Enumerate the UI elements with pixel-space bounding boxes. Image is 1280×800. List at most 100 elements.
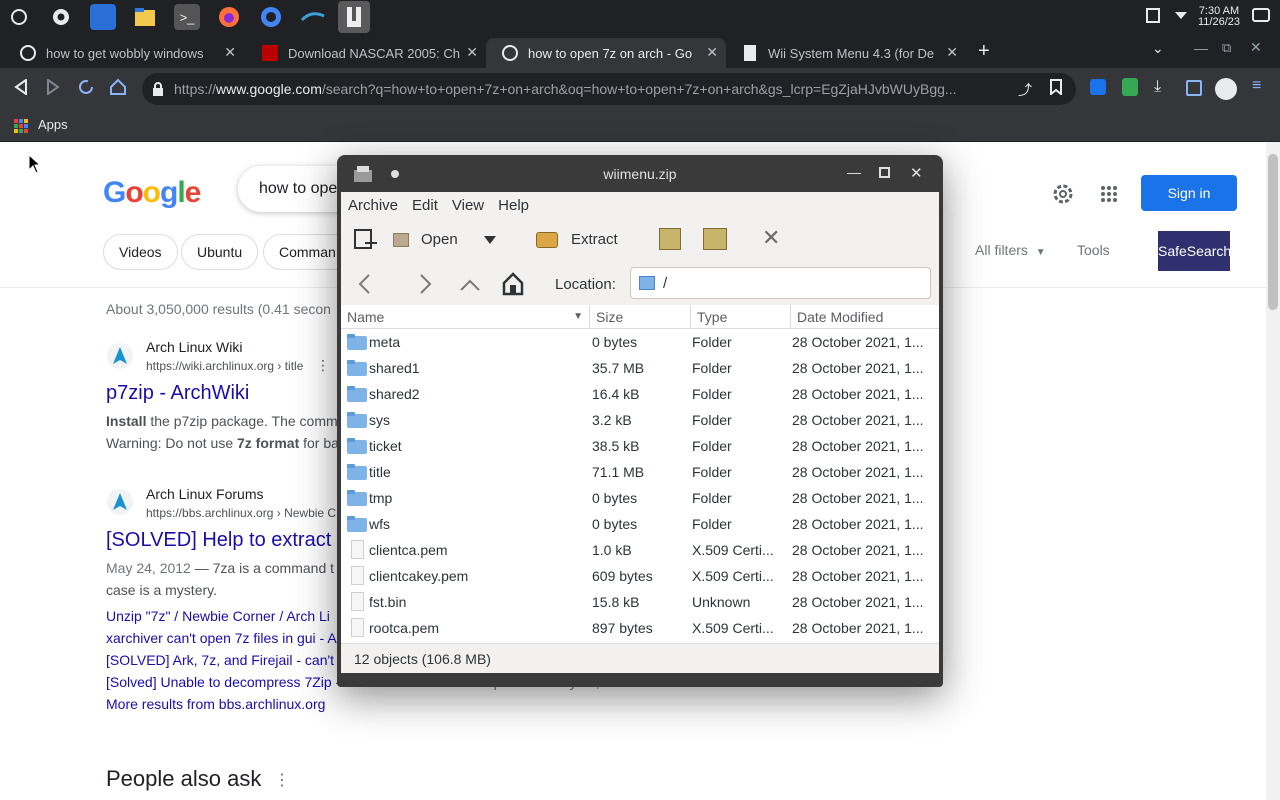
- tab-open-7z-arch[interactable]: how to open 7z on arch - Go ✕: [486, 38, 726, 68]
- bookmark-star-icon[interactable]: [1050, 79, 1062, 100]
- result-title-link[interactable]: p7zip - ArchWiki: [106, 382, 249, 405]
- lock-icon[interactable]: [152, 82, 164, 99]
- scrollbar-thumb[interactable]: [1268, 154, 1278, 310]
- close-tab-icon[interactable]: ✕: [946, 44, 958, 61]
- add-files-icon[interactable]: [659, 228, 681, 250]
- file-row[interactable]: title 71.1 MB Folder 28 October 2021, 1...: [341, 459, 939, 485]
- files-app-icon[interactable]: [132, 4, 158, 30]
- sublink-ark-firejail[interactable]: [SOLVED] Ark, 7z, and Firejail - can't: [106, 649, 334, 671]
- stop-icon[interactable]: ✕: [762, 225, 780, 251]
- window-titlebar[interactable]: wiimenu.zip — ✕: [337, 155, 943, 192]
- side-panel-icon[interactable]: [1186, 80, 1202, 96]
- back-icon[interactable]: [357, 273, 371, 299]
- column-header-type[interactable]: Type: [691, 305, 791, 329]
- close-tab-icon[interactable]: ✕: [706, 44, 718, 61]
- sign-in-button[interactable]: Sign in: [1141, 175, 1237, 211]
- home-icon[interactable]: [109, 78, 127, 101]
- chip-ubuntu[interactable]: Ubuntu: [181, 234, 259, 270]
- file-row[interactable]: tmp 0 bytes Folder 28 October 2021, 1...: [341, 485, 939, 511]
- browser-menu-icon[interactable]: ≡: [1252, 77, 1261, 95]
- menu-archive[interactable]: Archive: [341, 197, 405, 214]
- gear-icon[interactable]: [1052, 183, 1074, 210]
- new-tab-icon[interactable]: +: [978, 40, 990, 63]
- tab-wii-system-menu[interactable]: Wii System Menu 4.3 (for De ✕: [726, 38, 966, 68]
- file-row[interactable]: clientcakey.pem 609 bytes X.509 Certi... 28…: [341, 563, 939, 589]
- file-row[interactable]: ticket 38.5 kB Folder 28 October 2021, 1...: [341, 433, 939, 459]
- close-tab-icon[interactable]: ✕: [224, 44, 236, 61]
- page-scrollbar[interactable]: [1266, 142, 1280, 800]
- open-dropdown-icon[interactable]: [484, 232, 496, 249]
- extract-button[interactable]: Extract: [536, 219, 618, 260]
- chip-videos[interactable]: Videos: [103, 234, 178, 270]
- column-header-name[interactable]: Name ▼: [341, 305, 590, 329]
- close-tab-icon[interactable]: ✕: [466, 44, 478, 61]
- reload-icon[interactable]: [77, 78, 95, 101]
- tools-button[interactable]: Tools: [1077, 242, 1110, 258]
- column-header-size[interactable]: Size: [590, 305, 691, 329]
- google-logo[interactable]: Google: [103, 176, 201, 210]
- settings-app-icon[interactable]: [48, 4, 74, 30]
- store-app-icon[interactable]: [90, 4, 116, 30]
- apps-grid-icon[interactable]: [14, 119, 28, 136]
- sublink-unzip-7z[interactable]: Unzip "7z" / Newbie Corner / Arch Li: [106, 605, 330, 627]
- up-icon[interactable]: [459, 278, 481, 296]
- menu-help[interactable]: Help: [491, 197, 536, 214]
- forward-icon[interactable]: [419, 273, 433, 299]
- download-icon[interactable]: ⤓: [1154, 78, 1161, 96]
- tab-search-icon[interactable]: ⌄: [1152, 40, 1164, 57]
- tab-wobbly-windows[interactable]: how to get wobbly windows ✕: [4, 38, 244, 68]
- restore-window-icon[interactable]: ⧉: [1222, 40, 1231, 56]
- file-date: 28 October 2021, 1...: [792, 620, 924, 636]
- location-input[interactable]: /: [630, 267, 931, 299]
- more-options-icon[interactable]: ⋮: [274, 770, 290, 790]
- file-row[interactable]: shared1 35.7 MB Folder 28 October 2021, 1..…: [341, 355, 939, 381]
- tab-nascar[interactable]: Download NASCAR 2005: Ch ✕: [246, 38, 486, 68]
- open-button[interactable]: Open: [393, 219, 458, 260]
- dolphin-app-icon[interactable]: [300, 4, 326, 30]
- close-window-icon[interactable]: ✕: [1250, 39, 1262, 56]
- share-icon[interactable]: ⤴: [1018, 80, 1032, 100]
- new-archive-icon[interactable]: [353, 227, 377, 255]
- all-filters-button[interactable]: All filters ▼: [975, 242, 1046, 258]
- address-bar[interactable]: https://www.google.com/search?q=how+to+o…: [142, 73, 1076, 105]
- notifications-icon[interactable]: [1252, 7, 1270, 27]
- firefox-app-icon[interactable]: [216, 4, 242, 30]
- tab-title: Wii System Menu 4.3 (for De: [768, 45, 935, 61]
- file-row[interactable]: fst.bin 15.8 kB Unknown 28 October 2021, 1.…: [341, 589, 939, 615]
- file-row[interactable]: sys 3.2 kB Folder 28 October 2021, 1...: [341, 407, 939, 433]
- file-row[interactable]: wfs 0 bytes Folder 28 October 2021, 1...: [341, 511, 939, 537]
- minimize-icon[interactable]: —: [847, 164, 861, 180]
- launcher-icon[interactable]: [6, 4, 32, 30]
- file-row[interactable]: shared2 16.4 kB Folder 28 October 2021, 1..…: [341, 381, 939, 407]
- apps-bookmark[interactable]: Apps: [38, 117, 68, 132]
- google-apps-icon[interactable]: [1100, 185, 1118, 208]
- extension-puzzle-icon[interactable]: [1090, 79, 1106, 95]
- file-row[interactable]: meta 0 bytes Folder 28 October 2021, 1...: [341, 329, 939, 355]
- back-icon[interactable]: [14, 78, 28, 100]
- menu-edit[interactable]: Edit: [405, 197, 445, 214]
- more-options-icon[interactable]: ⋮: [316, 357, 330, 374]
- clipboard-icon[interactable]: [1145, 7, 1160, 28]
- terminal-app-icon[interactable]: >_: [174, 4, 200, 30]
- system-clock[interactable]: 7:30 AM 11/26/23: [1198, 6, 1240, 28]
- chromium-app-icon[interactable]: [258, 4, 284, 30]
- file-row[interactable]: rootca.pem 897 bytes X.509 Certi... 28 Octo…: [341, 615, 939, 641]
- maximize-icon[interactable]: [879, 167, 890, 178]
- profile-avatar-icon[interactable]: [1215, 78, 1237, 100]
- sublink-xarchiver[interactable]: xarchiver can't open 7z files in gui - A: [106, 627, 337, 649]
- menu-view[interactable]: View: [445, 197, 491, 214]
- result-title-link[interactable]: [SOLVED] Help to extract: [106, 529, 331, 552]
- file-row[interactable]: clientca.pem 1.0 kB X.509 Certi... 28 Octob…: [341, 537, 939, 563]
- home-icon[interactable]: [502, 272, 524, 300]
- chevron-down-icon[interactable]: [1174, 8, 1188, 26]
- minimize-window-icon[interactable]: —: [1194, 40, 1208, 56]
- more-results-link[interactable]: More results from bbs.archlinux.org: [106, 693, 325, 715]
- archive-manager-app-icon[interactable]: [338, 1, 370, 33]
- safesearch-button[interactable]: SafeSearch: [1158, 231, 1231, 271]
- snippet-bold: 7z format: [237, 435, 300, 451]
- column-header-date[interactable]: Date Modified: [791, 305, 939, 329]
- close-icon[interactable]: ✕: [910, 164, 923, 182]
- add-folder-icon[interactable]: [703, 228, 727, 250]
- extension-flask-icon[interactable]: [1122, 78, 1138, 96]
- forward-icon[interactable]: [46, 78, 60, 100]
